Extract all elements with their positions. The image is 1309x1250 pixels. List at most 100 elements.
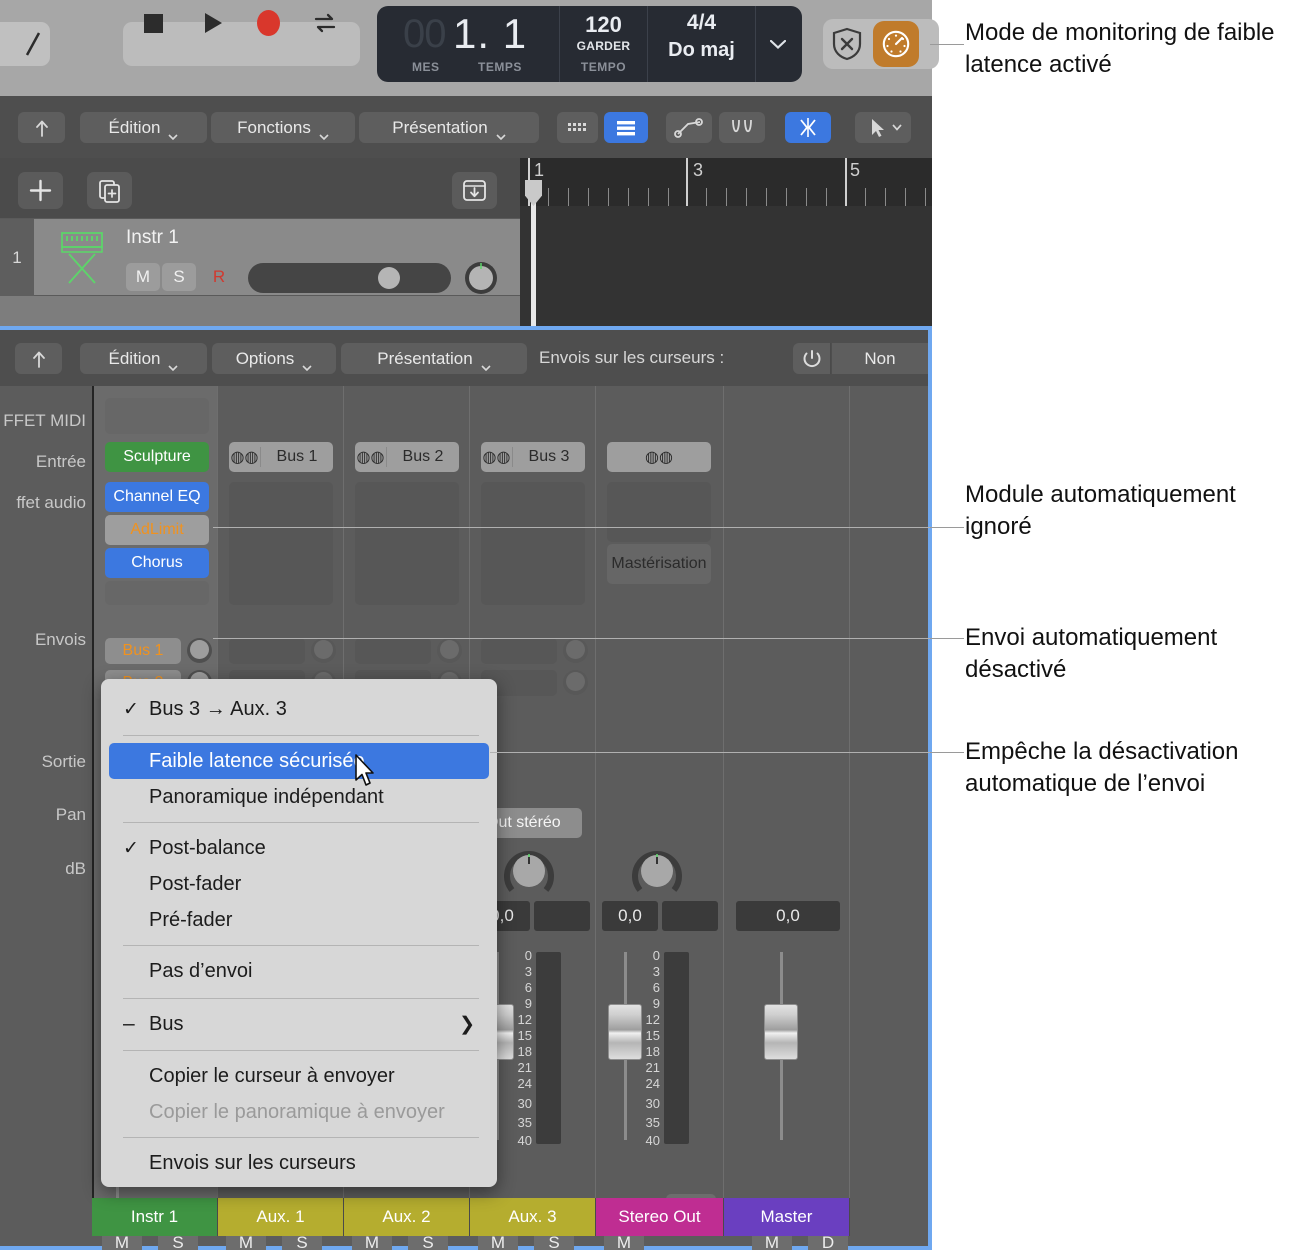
insert-slot-2[interactable]: AdLimit — [105, 515, 209, 545]
channel-name-aux-2[interactable]: Aux. 2 — [344, 1198, 470, 1236]
channel-name-instr-1[interactable]: Instr 1 — [92, 1198, 218, 1236]
hide-inspector-button[interactable] — [18, 112, 65, 143]
midi-fx-slot[interactable] — [105, 398, 209, 434]
track-pan-knob[interactable] — [463, 260, 499, 296]
mixer-hide-inspector-button[interactable] — [15, 343, 62, 374]
menu-presentation[interactable]: Présentation — [359, 112, 539, 143]
menu-item-bus-submenu[interactable]: – Bus ❯ — [109, 1006, 489, 1042]
track-solo-button[interactable]: S — [162, 263, 196, 291]
pencil-icon[interactable] — [22, 30, 46, 58]
send-level-knob-1[interactable] — [563, 638, 588, 663]
record-icon[interactable] — [255, 10, 281, 36]
channel-strip-empty — [850, 386, 928, 1198]
grid-icon-button[interactable] — [557, 112, 598, 143]
stop-icon[interactable] — [140, 10, 166, 36]
track-mute-button[interactable]: M — [126, 263, 160, 291]
peak-value[interactable] — [534, 901, 590, 931]
channel-name-stereo-out[interactable]: Stereo Out — [596, 1198, 724, 1236]
pan-knob[interactable] — [504, 848, 554, 898]
insert-slot-1[interactable]: Channel EQ — [105, 482, 209, 512]
track-record-button[interactable]: R — [202, 263, 236, 291]
channel-strip-master[interactable]: 0,0 M D — [724, 386, 850, 1198]
lcd-tempo[interactable]: 120 GARDER TEMPO — [560, 6, 648, 82]
pointer-icon-button[interactable] — [855, 112, 911, 143]
volume-value[interactable]: 0,0 — [736, 901, 840, 931]
mixer-menu-edition[interactable]: Édition — [80, 343, 207, 374]
insert-area[interactable] — [481, 482, 585, 605]
insert-area[interactable] — [355, 482, 459, 605]
channel-name-master[interactable]: Master — [724, 1198, 850, 1236]
menu-item-bus3-aux3[interactable]: ✓ Bus 3 → Aux. 3 — [109, 691, 489, 727]
label-audio-fx: ffet audio — [16, 493, 86, 513]
arrange-canvas[interactable] — [520, 206, 932, 326]
lcd-position[interactable]: 00 1. 1 MES TEMPS — [377, 6, 560, 82]
flex-icon-button[interactable] — [719, 112, 765, 143]
fader-handle[interactable] — [608, 1004, 642, 1060]
menu-item-copier-panoramique: Copier le panoramique à envoyer — [109, 1094, 489, 1130]
send-level-knob-1[interactable] — [311, 638, 336, 663]
insert-area[interactable] — [229, 482, 333, 605]
instrument-icon[interactable] — [56, 229, 108, 287]
fade-icon-button[interactable] — [785, 112, 831, 143]
lcd-signature[interactable]: 4/4 Do maj — [648, 6, 756, 82]
shield-x-icon[interactable] — [831, 27, 863, 61]
send-level-knob-2[interactable] — [563, 670, 588, 695]
menu-item-label: Panoramique indépendant — [149, 786, 384, 809]
peak-value[interactable] — [662, 901, 718, 931]
menu-item-label: Copier le curseur à envoyer — [149, 1065, 395, 1088]
channel-strip-stereo-out[interactable]: ◍◍ Mastérisation 0,0 — [596, 386, 724, 1198]
sends-on-faders-power-button[interactable] — [793, 343, 831, 374]
track-volume-slider[interactable] — [248, 263, 451, 293]
insert-area[interactable] — [607, 482, 711, 542]
input-slot[interactable]: ◍◍ — [607, 442, 711, 472]
send-slot-1[interactable] — [229, 638, 305, 664]
send-level-knob-1[interactable] — [187, 638, 212, 663]
channel-name-aux-1[interactable]: Aux. 1 — [218, 1198, 344, 1236]
input-slot[interactable]: ◍◍ Bus 2 — [355, 442, 459, 472]
volume-value[interactable]: 0,0 — [602, 901, 658, 931]
mixer-menu-options[interactable]: Options — [212, 343, 336, 374]
send-context-menu[interactable]: ✓ Bus 3 → Aux. 3 Faible latence sécurisé… — [101, 679, 497, 1187]
channel-name-aux-3[interactable]: Aux. 3 — [470, 1198, 596, 1236]
input-slot[interactable]: ◍◍ Bus 3 — [481, 442, 585, 472]
send-level-knob-1[interactable] — [437, 638, 462, 663]
play-icon[interactable] — [200, 10, 226, 36]
cycle-icon[interactable] — [312, 10, 338, 36]
lcd-position-value: 1. 1 — [453, 10, 527, 58]
menu-item-pas-denvoi[interactable]: Pas d’envoi — [109, 953, 489, 989]
send-slot-1[interactable] — [481, 638, 557, 664]
gauge-icon — [882, 30, 910, 58]
volume-handle[interactable] — [378, 267, 400, 289]
lcd-expand-button[interactable] — [756, 6, 800, 82]
input-slot[interactable]: Sculpture — [105, 442, 209, 472]
automation-curve-icon-button[interactable] — [666, 112, 712, 143]
input-slot[interactable]: ◍◍ Bus 1 — [229, 442, 333, 472]
track-row[interactable]: 1 Instr 1 M S R — [0, 218, 520, 296]
menu-item-envois-sur-les-curseurs[interactable]: Envois sur les curseurs — [109, 1145, 489, 1181]
pan-knob[interactable] — [632, 848, 682, 898]
menu-item-post-fader[interactable]: Post-fader — [109, 866, 489, 902]
mixer-menu-presentation[interactable]: Présentation — [341, 343, 527, 374]
fader-handle[interactable] — [764, 1004, 798, 1060]
low-latency-mode-button[interactable] — [873, 21, 919, 67]
track-name[interactable]: Instr 1 — [126, 227, 179, 249]
send-slot-1[interactable]: Bus 1 — [105, 638, 181, 664]
menu-item-post-balance[interactable]: ✓ Post-balance — [109, 830, 489, 866]
import-icon-button[interactable] — [452, 172, 497, 209]
lcd-display[interactable]: 00 1. 1 MES TEMPS 120 GARDER TEMPO 4/4 D… — [377, 6, 802, 82]
menu-item-faible-latence-securisee[interactable]: Faible latence sécurisée — [109, 743, 489, 779]
timeline-ruler[interactable]: 1 3 5 — [520, 158, 932, 206]
duplicate-track-icon-button[interactable] — [87, 172, 132, 209]
send-slot-1[interactable] — [355, 638, 431, 664]
insert-mastering-slot[interactable]: Mastérisation — [607, 544, 711, 584]
add-track-button[interactable] — [18, 172, 63, 209]
sends-on-faders-value[interactable]: Non — [832, 343, 928, 374]
list-icon-button[interactable] — [604, 112, 648, 143]
menu-fonctions[interactable]: Fonctions — [211, 112, 355, 143]
menu-edition[interactable]: Édition — [80, 112, 207, 143]
menu-item-copier-curseur[interactable]: Copier le curseur à envoyer — [109, 1058, 489, 1094]
insert-slot-3[interactable]: Chorus — [105, 548, 209, 578]
menu-item-panoramique-independant[interactable]: Panoramique indépendant — [109, 779, 489, 815]
menu-item-pre-fader[interactable]: Pré-fader — [109, 902, 489, 938]
insert-slot-4[interactable] — [105, 581, 209, 605]
